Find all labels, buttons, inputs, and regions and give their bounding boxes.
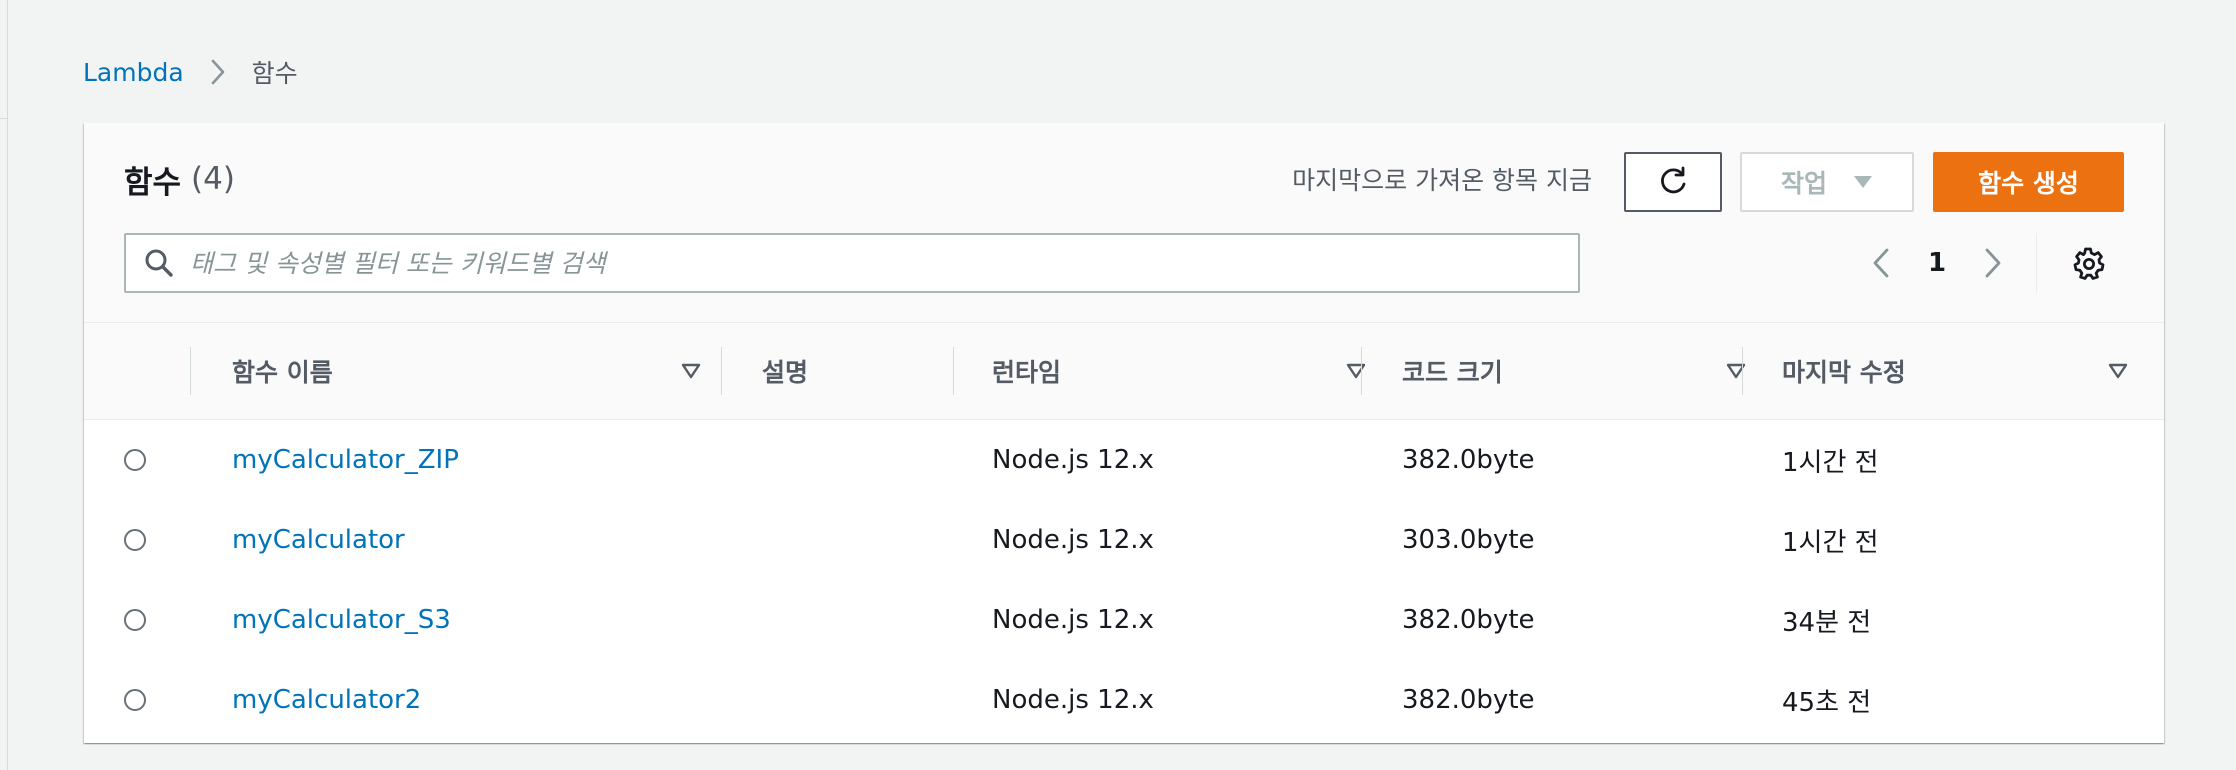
column-header-runtime-label: 런타임	[992, 358, 1062, 387]
pagination: 1	[1872, 233, 2105, 293]
actions-dropdown[interactable]: 작업	[1740, 152, 1914, 212]
function-code-size: 303.0byte	[1402, 525, 1535, 555]
function-name-link[interactable]: myCalculator_ZIP	[232, 445, 459, 475]
table-header: 함수 이름 설명 런타임 코드 크기 마지막 수정	[84, 323, 2164, 420]
panel-title-text: 함수	[124, 164, 182, 201]
function-last-modified: 34분 전	[1782, 607, 1872, 638]
function-code-size: 382.0byte	[1402, 685, 1535, 715]
column-header-code-size[interactable]: 코드 크기	[1402, 323, 1782, 419]
column-divider	[953, 347, 954, 395]
function-name-link[interactable]: myCalculator_S3	[232, 605, 451, 635]
function-last-modified: 1시간 전	[1782, 447, 1879, 478]
table-row: myCalculator_S3 Node.js 12.x 382.0byte 3…	[84, 580, 2164, 661]
search-field[interactable]	[124, 233, 1580, 293]
search-input[interactable]	[188, 247, 1552, 279]
function-runtime: Node.js 12.x	[992, 605, 1154, 635]
column-divider	[190, 347, 191, 395]
page-title: 함수 (4)	[124, 159, 235, 201]
chevron-left-icon[interactable]	[1872, 247, 1890, 279]
panel-header: 함수 (4) 마지막으로 가져온 항목 지금 작업 함수 생성 태그 및 속성별…	[84, 123, 2164, 323]
row-select-radio[interactable]	[124, 529, 146, 551]
actions-label: 작업	[1780, 169, 1827, 198]
chevron-right-icon	[210, 58, 226, 86]
page-number[interactable]: 1	[1928, 248, 1946, 278]
breadcrumb-lambda-link[interactable]: Lambda	[83, 58, 184, 87]
column-header-last-modified-label: 마지막 수정	[1782, 358, 1906, 387]
breadcrumb-current: 함수	[251, 59, 298, 88]
last-fetched-text: 마지막으로 가져온 항목 지금	[1292, 166, 1592, 195]
column-header-name[interactable]: 함수 이름	[232, 323, 737, 419]
function-runtime: Node.js 12.x	[992, 525, 1154, 555]
sort-caret-icon[interactable]	[1346, 363, 1366, 379]
column-header-description: 설명	[762, 323, 974, 419]
left-nav-edge	[0, 0, 8, 770]
function-code-size: 382.0byte	[1402, 605, 1535, 635]
function-runtime: Node.js 12.x	[992, 445, 1154, 475]
pagination-divider	[2036, 233, 2038, 293]
function-runtime: Node.js 12.x	[992, 685, 1154, 715]
function-last-modified: 45초 전	[1782, 687, 1872, 718]
function-name-link[interactable]: myCalculator	[232, 525, 405, 555]
function-code-size: 382.0byte	[1402, 445, 1535, 475]
column-divider	[721, 347, 722, 395]
row-select-radio[interactable]	[124, 689, 146, 711]
table-row: myCalculator_ZIP Node.js 12.x 382.0byte …	[84, 420, 2164, 501]
column-header-last-modified[interactable]: 마지막 수정	[1782, 323, 2164, 419]
functions-panel: 함수 (4) 마지막으로 가져온 항목 지금 작업 함수 생성 태그 및 속성별…	[84, 123, 2164, 743]
caret-down-icon	[1853, 175, 1873, 189]
sort-caret-icon[interactable]	[1726, 363, 1746, 379]
function-last-modified: 1시간 전	[1782, 527, 1879, 558]
column-header-runtime[interactable]: 런타임	[992, 323, 1402, 419]
function-name-link[interactable]: myCalculator2	[232, 685, 421, 715]
breadcrumb: Lambda 함수	[83, 52, 298, 92]
row-select-radio[interactable]	[124, 609, 146, 631]
sort-caret-icon[interactable]	[681, 363, 701, 379]
column-header-description-label: 설명	[762, 358, 809, 387]
column-header-code-size-label: 코드 크기	[1402, 358, 1503, 387]
function-count: (4)	[191, 161, 235, 197]
create-function-button[interactable]: 함수 생성	[1933, 152, 2124, 212]
table-row: myCalculator Node.js 12.x 303.0byte 1시간 …	[84, 500, 2164, 581]
refresh-icon	[1656, 165, 1690, 199]
search-icon	[144, 248, 174, 278]
column-divider	[1742, 347, 1743, 395]
column-divider	[1361, 347, 1362, 395]
refresh-button[interactable]	[1624, 152, 1722, 212]
chevron-right-icon[interactable]	[1984, 247, 2002, 279]
table-row: myCalculator2 Node.js 12.x 382.0byte 45초…	[84, 660, 2164, 740]
sort-caret-icon[interactable]	[2108, 363, 2128, 379]
row-select-radio[interactable]	[124, 449, 146, 471]
gear-icon[interactable]	[2071, 246, 2105, 280]
column-header-name-label: 함수 이름	[232, 358, 333, 387]
